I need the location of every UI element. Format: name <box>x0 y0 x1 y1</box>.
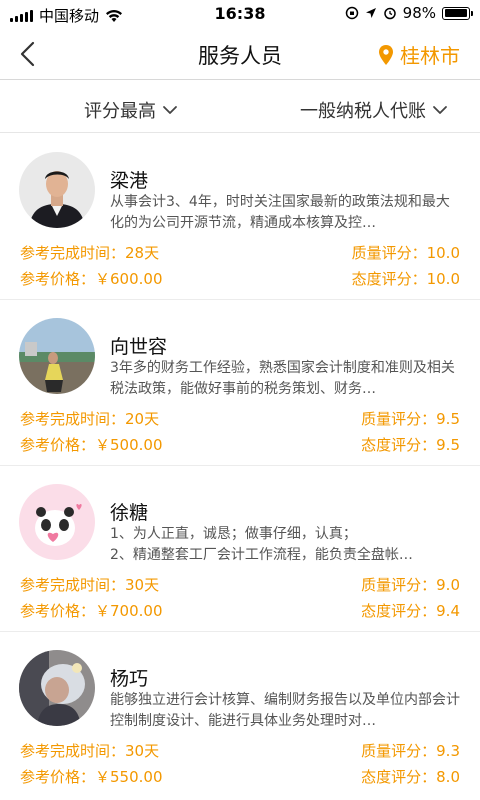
staff-card[interactable]: 杨巧 能够独立进行会计核算、编制财务报告以及单位内部会计控制制度设计、能进行具体… <box>0 632 480 798</box>
avatar <box>19 152 95 228</box>
staff-card[interactable]: 徐糖 1、为人正直，诚恳；做事仔细，认真； 2、精通整套工厂会计工作流程，能负责… <box>0 466 480 632</box>
quality-score-value: 9.3 <box>436 742 460 760</box>
completion-time-value: 30天 <box>125 742 160 760</box>
sort-filter[interactable]: 评分最高 <box>84 97 178 123</box>
price-label: 参考价格： <box>20 436 96 454</box>
price-label: 参考价格： <box>20 602 96 620</box>
battery-fill <box>444 9 468 17</box>
quality-score-label: 质量评分： <box>361 742 437 760</box>
quality-score-label: 质量评分： <box>361 576 437 594</box>
chevron-down-icon <box>163 106 177 114</box>
avatar <box>19 484 95 560</box>
completion-time-label: 参考完成时间： <box>20 410 126 428</box>
avatar <box>19 318 95 394</box>
type-filter[interactable]: 一般纳税人代账 <box>300 97 448 123</box>
staff-description: 3年多的财务工作经验，熟悉国家会计制度和准则及相关税法政策，能做好事前的税务策划… <box>110 360 455 397</box>
chevron-down-icon <box>433 106 447 114</box>
attitude-score-value: 9.5 <box>436 436 460 454</box>
sort-filter-label: 评分最高 <box>84 101 156 122</box>
reference-price: 参考价格：￥700.00 <box>20 600 163 621</box>
city-selector[interactable]: 桂林市 <box>378 40 460 69</box>
staff-description: 1、为人正直，诚恳；做事仔细，认真； 2、精通整套工厂会计工作流程，能负责全盘帐… <box>110 526 413 563</box>
orientation-lock-icon <box>345 6 358 20</box>
completion-time-label: 参考完成时间： <box>20 742 126 760</box>
quality-score-value: 10.0 <box>426 244 460 262</box>
quality-score: 质量评分：10.0 <box>352 242 460 263</box>
price-value: ￥500.00 <box>95 436 163 454</box>
price-label: 参考价格： <box>20 768 96 786</box>
price-value: ￥600.00 <box>95 270 163 288</box>
completion-time-label: 参考完成时间： <box>20 244 126 262</box>
staff-description: 能够独立进行会计核算、编制财务报告以及单位内部会计控制制度设计、能进行具体业务处… <box>110 692 460 729</box>
completion-time: 参考完成时间：20天 <box>20 408 159 429</box>
staff-name: 梁港 <box>110 170 149 192</box>
staff-name: 徐糖 <box>110 502 149 524</box>
alarm-icon <box>383 7 396 20</box>
battery-icon <box>442 6 473 20</box>
staff-description: 从事会计3、4年，时时关注国家最新的政策法规和最大化的为公司开源节流，精通成本核… <box>110 194 450 231</box>
attitude-score-value: 10.0 <box>426 270 460 288</box>
quality-score-label: 质量评分： <box>351 244 427 262</box>
completion-time: 参考完成时间：30天 <box>20 574 159 595</box>
status-bar: 中国移动 16:38 98% <box>0 0 480 28</box>
price-value: ￥550.00 <box>95 768 163 786</box>
attitude-score: 态度评分：10.0 <box>352 268 460 289</box>
filter-bar: 评分最高 一般纳税人代账 <box>0 81 480 133</box>
attitude-score: 态度评分：9.5 <box>361 434 460 455</box>
type-filter-label: 一般纳税人代账 <box>300 101 426 122</box>
battery-percent: 98% <box>402 4 436 22</box>
quality-score: 质量评分：9.0 <box>361 574 460 595</box>
reference-price: 参考价格：￥600.00 <box>20 268 163 289</box>
completion-time-label: 参考完成时间： <box>20 576 126 594</box>
status-right: 98% <box>345 4 473 22</box>
completion-time-value: 30天 <box>125 576 160 594</box>
completion-time-value: 20天 <box>125 410 160 428</box>
staff-card[interactable]: 向世容 3年多的财务工作经验，熟悉国家会计制度和准则及相关税法政策，能做好事前的… <box>0 300 480 466</box>
attitude-score-label: 态度评分： <box>361 768 437 786</box>
completion-time: 参考完成时间：28天 <box>20 242 159 263</box>
quality-score-label: 质量评分： <box>361 410 437 428</box>
attitude-score: 态度评分：8.0 <box>361 766 460 787</box>
attitude-score-label: 态度评分： <box>361 436 437 454</box>
quality-score-value: 9.0 <box>436 576 460 594</box>
attitude-score-label: 态度评分： <box>351 270 427 288</box>
location-pin-icon <box>379 44 393 65</box>
staff-list: 梁港 从事会计3、4年，时时关注国家最新的政策法规和最大化的为公司开源节流，精通… <box>0 134 480 798</box>
reference-price: 参考价格：￥550.00 <box>20 766 163 787</box>
location-arrow-icon <box>365 8 376 18</box>
staff-card[interactable]: 梁港 从事会计3、4年，时时关注国家最新的政策法规和最大化的为公司开源节流，精通… <box>0 134 480 300</box>
avatar <box>19 650 95 726</box>
completion-time-value: 28天 <box>125 244 160 262</box>
price-value: ￥700.00 <box>95 602 163 620</box>
completion-time: 参考完成时间：30天 <box>20 740 159 761</box>
nav-bar: 服务人员 桂林市 <box>0 28 480 80</box>
price-label: 参考价格： <box>20 270 96 288</box>
quality-score: 质量评分：9.5 <box>361 408 460 429</box>
quality-score: 质量评分：9.3 <box>361 740 460 761</box>
attitude-score: 态度评分：9.4 <box>361 600 460 621</box>
attitude-score-value: 8.0 <box>436 768 460 786</box>
staff-name: 向世容 <box>110 336 168 358</box>
attitude-score-label: 态度评分： <box>361 602 437 620</box>
staff-name: 杨巧 <box>110 668 149 690</box>
quality-score-value: 9.5 <box>436 410 460 428</box>
reference-price: 参考价格：￥500.00 <box>20 434 163 455</box>
attitude-score-value: 9.4 <box>436 602 460 620</box>
city-label: 桂林市 <box>400 44 460 68</box>
